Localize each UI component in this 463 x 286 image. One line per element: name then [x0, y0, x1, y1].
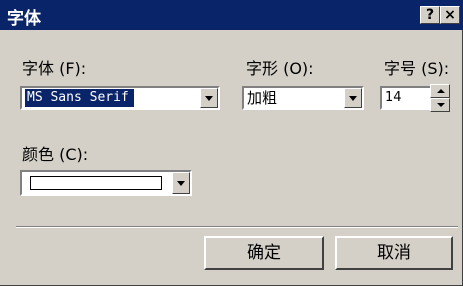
style-value: 加粗: [247, 89, 278, 107]
font-dropdown-button[interactable]: [200, 88, 218, 108]
font-label: 字体 (F):: [22, 59, 87, 78]
close-button[interactable]: ×: [440, 6, 460, 24]
chevron-down-icon: [177, 181, 185, 186]
color-swatch: [30, 176, 162, 190]
color-label: 颜色 (C):: [22, 145, 89, 164]
style-label: 字形 (O):: [246, 59, 314, 78]
size-input[interactable]: 14: [380, 86, 432, 110]
font-value: MS Sans Serif: [25, 89, 134, 107]
style-select[interactable]: 加粗: [242, 86, 364, 110]
size-label: 字号 (S):: [384, 59, 450, 78]
size-spinner[interactable]: [430, 84, 450, 112]
separator-highlight: [16, 227, 458, 228]
size-up-button[interactable]: [430, 84, 450, 98]
cancel-button[interactable]: 取消: [335, 236, 453, 270]
font-select[interactable]: MS Sans Serif: [20, 86, 220, 110]
style-dropdown-button[interactable]: [344, 88, 362, 108]
title-bar: 字体 ? ×: [0, 0, 463, 30]
size-down-button[interactable]: [430, 98, 450, 112]
font-dialog: 字体 ? × 字体 (F): MS Sans Serif 字形 (O): 加粗 …: [0, 0, 463, 286]
arrow-up-icon: [437, 89, 445, 93]
chevron-down-icon: [205, 96, 213, 101]
size-value: 14: [385, 90, 402, 105]
arrow-down-icon: [437, 103, 445, 107]
ok-button[interactable]: 确定: [204, 236, 324, 270]
window-title: 字体: [7, 9, 41, 29]
help-button[interactable]: ?: [420, 6, 440, 24]
color-select[interactable]: [20, 170, 192, 196]
color-dropdown-button[interactable]: [172, 172, 190, 194]
chevron-down-icon: [349, 96, 357, 101]
